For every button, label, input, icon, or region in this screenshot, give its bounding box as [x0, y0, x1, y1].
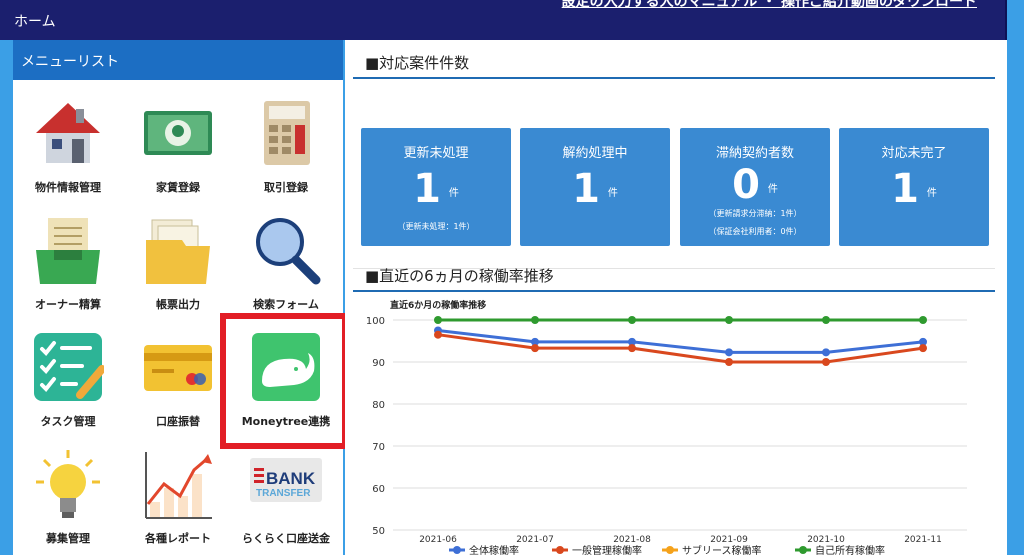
banknote-icon: [144, 111, 212, 155]
card-delinquent[interactable]: 滞納契約者数 0件 （更新請求分滞納：1件） （保証会社利用者：0件）: [680, 128, 830, 246]
x-tick-label: 2021-11: [904, 535, 942, 545]
data-point: [531, 316, 539, 324]
x-tick-label: 2021-07: [516, 535, 554, 545]
menu-item-recruitment[interactable]: 募集管理: [15, 436, 121, 553]
data-point: [725, 348, 733, 357]
y-tick-label: 50: [372, 526, 385, 537]
series-line: [437, 329, 924, 354]
house-icon: [36, 103, 100, 163]
x-tick-label: 2021-09: [710, 535, 748, 545]
legend-marker: [799, 546, 807, 554]
y-tick-label: 80: [372, 400, 385, 411]
magnifier-icon: [256, 218, 321, 285]
data-point: [531, 344, 539, 353]
menu-item-transaction[interactable]: 取引登録: [233, 85, 339, 202]
legend-marker: [556, 546, 564, 554]
data-point: [628, 344, 636, 353]
legend-marker: [666, 546, 674, 554]
card-renewal-pending[interactable]: 更新未処理 1件 （更新未処理：1件）: [361, 128, 511, 246]
highlight-box: [220, 313, 348, 449]
data-point: [434, 316, 442, 324]
data-point: [725, 316, 733, 324]
legend-label: 全体稼働率: [469, 544, 519, 555]
lightbulb-icon: [36, 450, 100, 518]
data-point: [434, 330, 442, 339]
menu-item-tasks[interactable]: タスク管理: [15, 319, 121, 436]
top-bar: ホーム 設定の入力する人のマニュアル ・ 操作ご紹介動画のダウンロード: [0, 0, 1007, 40]
data-point: [919, 344, 927, 353]
data-point: [822, 316, 830, 324]
folder-icon: [146, 219, 210, 284]
legend-label: 一般管理稼働率: [572, 544, 642, 555]
x-tick-label: 2021-06: [419, 535, 457, 545]
menu-item-rent[interactable]: 家賃登録: [125, 85, 231, 202]
y-tick-label: 100: [366, 316, 385, 327]
menu-item-property[interactable]: 物件情報管理: [15, 85, 121, 202]
x-tick-label: 2021-10: [807, 535, 845, 545]
y-tick-label: 70: [372, 442, 385, 453]
cases-title: ■対応案件件数: [365, 54, 470, 72]
data-point: [725, 358, 733, 366]
occupancy-chart: 直近6か月の稼働率推移 100 90 80 70 60 50 2021-06 2021-07 20…: [366, 299, 967, 555]
svg-text:BANK: BANK: [266, 469, 316, 488]
legend-marker: [453, 546, 461, 554]
inbox-tray-icon: [36, 218, 100, 284]
occupancy-title: ■直近の6ヵ月の稼働率推移: [365, 267, 554, 285]
cases-rule: [353, 77, 995, 79]
menu-item-reports[interactable]: 各種レポート: [125, 436, 231, 553]
menu-panel: メニューリスト 物件情報管理 家賃登録 取引登録 オーナー精算 帳票出力 検索フ…: [13, 40, 343, 555]
menu-item-forms[interactable]: 帳票出力: [125, 202, 231, 319]
menu-item-owner-settlement[interactable]: オーナー精算: [15, 202, 121, 319]
card-cancellation[interactable]: 解約処理中 1件: [520, 128, 670, 246]
y-tick-label: 90: [372, 358, 385, 369]
legend-label: 自己所有稼働率: [815, 544, 885, 555]
x-tick-label: 2021-08: [613, 535, 651, 545]
y-tick-label: 60: [372, 484, 385, 495]
calculator-icon: [264, 101, 310, 165]
legend-label: サブリース稼働率: [682, 544, 762, 555]
header-links[interactable]: 設定の入力する人のマニュアル ・ 操作ご紹介動画のダウンロード: [562, 0, 977, 11]
credit-card-icon: [144, 345, 212, 391]
data-point: [628, 316, 636, 324]
menu-item-account-transfer[interactable]: 口座振替: [125, 319, 231, 436]
dashboard-panel: ■対応案件件数 更新未処理 1件 （更新未処理：1件） 解約処理中 1件 滞納契…: [345, 40, 1007, 555]
menu-title: メニューリスト: [13, 40, 343, 80]
data-point: [919, 316, 927, 324]
data-point: [822, 358, 830, 366]
card-incomplete[interactable]: 対応未完了 1件: [839, 128, 989, 246]
menu-item-search[interactable]: 検索フォーム: [233, 202, 339, 319]
page-title: ホーム: [14, 14, 56, 30]
report-chart-icon: [145, 452, 212, 519]
menu-item-easy-transfer[interactable]: BANK TRANSFER らくらく口座送金: [233, 436, 339, 553]
checklist-icon: [34, 333, 104, 401]
data-point: [822, 348, 830, 357]
svg-text:TRANSFER: TRANSFER: [256, 488, 311, 499]
bank-transfer-icon: BANK TRANSFER: [250, 458, 322, 502]
chart-title: 直近6か月の稼働率推移: [390, 299, 486, 311]
